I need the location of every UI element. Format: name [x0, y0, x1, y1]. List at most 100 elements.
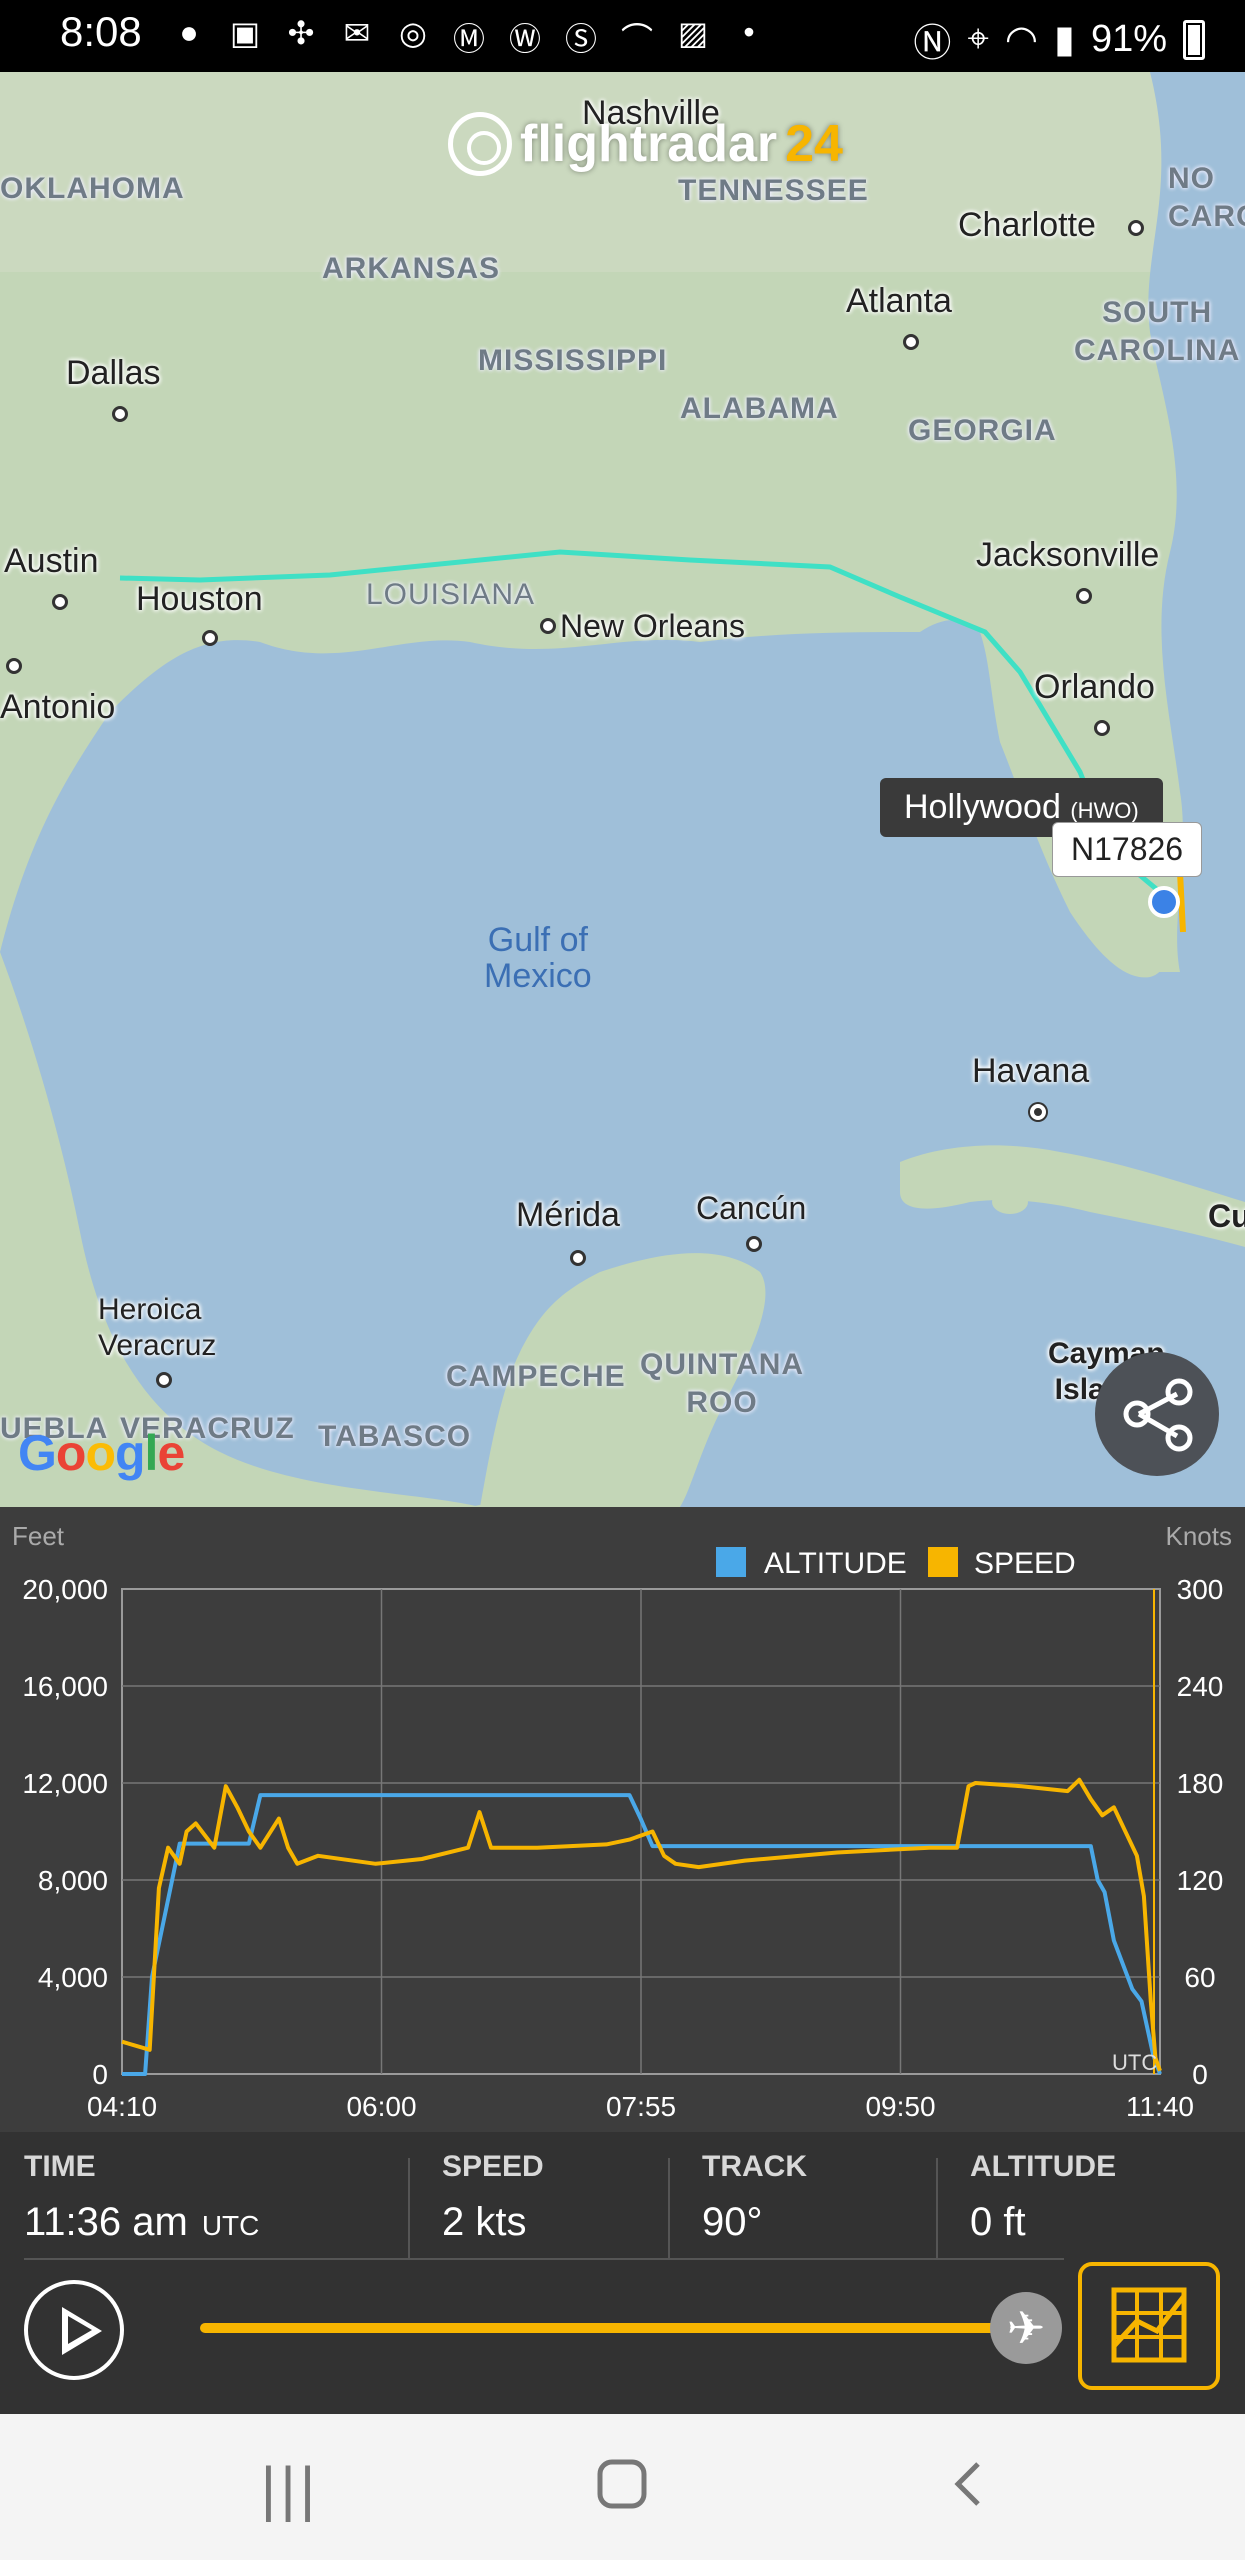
- airport-name: Hollywood: [904, 788, 1061, 826]
- flight-map[interactable]: flightradar 24 OKLAHOMA TENNESSEE ARKANSA…: [0, 72, 1245, 1507]
- state-label-arkansas: ARKANSAS: [322, 252, 501, 285]
- y-left-tick-label: 16,000: [22, 1671, 108, 1702]
- home-icon: [597, 2459, 647, 2509]
- city-dot-jacksonville: [1076, 588, 1092, 604]
- city-dot-new-orleans: [540, 618, 556, 634]
- city-label-cuba: Cu: [1208, 1198, 1245, 1234]
- divider: [668, 2158, 670, 2258]
- speed-cell: SPEED 2 kts: [442, 2150, 544, 2245]
- medium-icon: Ⓜ: [452, 21, 485, 57]
- status-bar: 8:08 ● ▣ ✣ ✉ ◎ Ⓜ Ⓦ Ⓢ ⌒ ▨ • Ⓝ ⌖ ◠ ▮ 91%: [0, 0, 1245, 72]
- city-label-nashville: Nashville: [582, 94, 720, 132]
- playback-slider-thumb[interactable]: ✈: [990, 2292, 1062, 2364]
- track-label: TRACK: [702, 2150, 807, 2183]
- signal-icon: ▮: [1054, 19, 1075, 61]
- s-icon: Ⓢ: [564, 21, 597, 57]
- city-label-veracruz: Heroica Veracruz: [98, 1293, 217, 1362]
- legend-speed-swatch: [928, 1547, 958, 1577]
- shopping-bag-icon: ▣: [229, 15, 261, 51]
- city-label-havana: Havana: [972, 1052, 1090, 1090]
- utc-label: UTC: [1112, 2050, 1157, 2075]
- share-icon: [1123, 1378, 1193, 1452]
- state-label-tennessee: TENNESSEE: [678, 174, 869, 207]
- airport-code: (HWO): [1070, 798, 1139, 823]
- x-tick-label: 04:10: [87, 2091, 157, 2122]
- google-attribution: Google: [18, 1425, 185, 1481]
- playback-slider[interactable]: [200, 2323, 1030, 2333]
- divider: [24, 2258, 1064, 2260]
- time-cell: TIME 11:36 am UTC: [24, 2150, 259, 2245]
- state-label-mississippi: MISSISSIPPI: [478, 344, 668, 377]
- city-dot-havana: [1030, 1104, 1046, 1120]
- city-dot-dallas: [112, 406, 128, 422]
- android-nav-bar: |||: [0, 2414, 1245, 2560]
- state-label-campeche: CAMPECHE: [446, 1360, 626, 1393]
- notification-icons: ● ▣ ✣ ✉ ◎ Ⓜ Ⓦ Ⓢ ⌒ ▨ •: [170, 14, 768, 60]
- play-button[interactable]: [24, 2280, 124, 2380]
- city-label-san-antonio: Antonio: [0, 688, 116, 726]
- city-label-merida: Mérida: [516, 1196, 620, 1234]
- divider: [408, 2158, 410, 2258]
- account-icon: ●: [179, 14, 199, 50]
- podcast-icon: ◎: [399, 15, 427, 51]
- recents-icon: |||: [260, 2455, 320, 2522]
- altitude-speed-chart: Feet Knots ALTITUDE SPEED 20,000 300 16,00…: [0, 1507, 1245, 2132]
- state-label-louisiana: LOUISIANA: [366, 578, 536, 611]
- chart-svg: Feet Knots ALTITUDE SPEED 20,000 300 16,00…: [12, 1521, 1232, 2122]
- legend-speed-label: SPEED: [974, 1547, 1076, 1580]
- logo-number: 24: [785, 115, 843, 173]
- chart-grid-icon: [1111, 2287, 1187, 2363]
- chart-grid: [121, 1588, 1161, 2075]
- y-right-tick-label: 180: [1177, 1768, 1224, 1799]
- water-label-gulf-of-mexico: Gulf of Mexico: [484, 921, 592, 995]
- status-time: 8:08: [60, 8, 142, 55]
- home-button[interactable]: [572, 2454, 672, 2518]
- battery-percent: 91%: [1090, 18, 1167, 60]
- speed-label: SPEED: [442, 2150, 544, 2183]
- track-cell: TRACK 90°: [702, 2150, 807, 2245]
- city-dot-austin: [52, 594, 68, 610]
- y-left-tick-label: 0: [92, 2059, 108, 2090]
- city-label-charlotte: Charlotte: [958, 206, 1096, 244]
- state-label-tabasco: TABASCO: [318, 1420, 472, 1453]
- city-label-austin: Austin: [4, 542, 99, 580]
- y-right-tick-label: 0: [1192, 2059, 1208, 2090]
- aircraft-registration-label[interactable]: N17826: [1052, 822, 1203, 877]
- airplane-icon: ✈: [1006, 2302, 1046, 2354]
- state-label-north-carolina: NO CARO: [1168, 162, 1245, 233]
- city-label-new-orleans: New Orleans: [560, 608, 745, 644]
- city-dot-charlotte: [1128, 220, 1144, 236]
- city-dot-houston: [202, 630, 218, 646]
- washington-post-icon: Ⓦ: [508, 21, 541, 57]
- aircraft-position-marker[interactable]: [1148, 886, 1180, 918]
- city-label-orlando: Orlando: [1034, 668, 1155, 706]
- y-left-tick-label: 8,000: [38, 1865, 108, 1896]
- state-label-quintana-roo: QUINTANA ROO: [640, 1348, 805, 1419]
- gmail-icon: ✉: [343, 15, 371, 51]
- time-unit: UTC: [201, 2210, 260, 2241]
- state-label-south-carolina: SOUTH CAROLINA: [1074, 296, 1241, 367]
- state-label-georgia: GEORGIA: [908, 414, 1057, 447]
- legend-altitude-swatch: [716, 1547, 746, 1577]
- city-dot-orlando: [1094, 720, 1110, 736]
- share-button[interactable]: [1095, 1352, 1219, 1476]
- amazon-icon: ⌒: [620, 21, 653, 57]
- city-label-cancun: Cancún: [696, 1190, 807, 1226]
- slack-icon: ✣: [287, 15, 315, 51]
- track-value: 90°: [702, 2200, 763, 2244]
- x-tick-label: 07:55: [606, 2091, 676, 2122]
- gallery-icon: ▨: [677, 15, 709, 51]
- city-dot-cancun: [746, 1236, 762, 1252]
- recents-button[interactable]: |||: [240, 2454, 340, 2522]
- state-label-alabama: ALABAMA: [680, 392, 839, 425]
- altitude-label: ALTITUDE: [970, 2150, 1117, 2183]
- city-dot-san-antonio: [6, 658, 22, 674]
- flight-info-panel: TIME 11:36 am UTC SPEED 2 kts TRACK 90° A…: [0, 2132, 1245, 2414]
- y-left-tick-label: 4,000: [38, 1962, 108, 1993]
- divider: [936, 2158, 938, 2258]
- toggle-chart-button[interactable]: [1078, 2262, 1220, 2390]
- y-right-tick-label: 240: [1177, 1671, 1224, 1702]
- altitude-cell: ALTITUDE 0 ft: [970, 2150, 1116, 2245]
- back-button[interactable]: [920, 2454, 1020, 2518]
- legend-altitude-label: ALTITUDE: [764, 1547, 907, 1580]
